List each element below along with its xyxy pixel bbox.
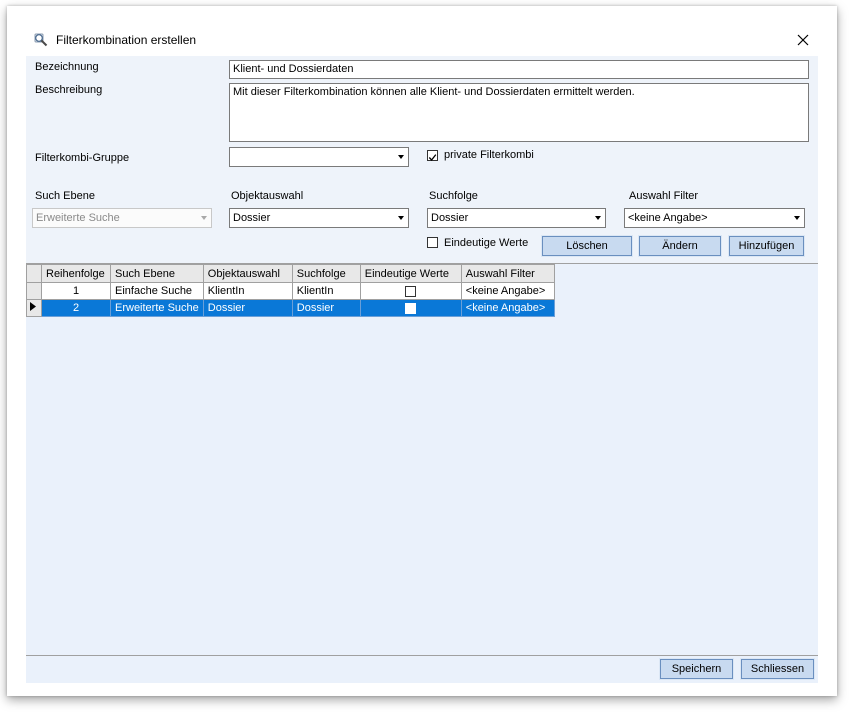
- eindeutige-label: Eindeutige Werte: [444, 237, 529, 249]
- objektauswahl-combobox[interactable]: Dossier: [229, 208, 409, 228]
- column-header-eindeutige-werte[interactable]: Eindeutige Werte: [359, 264, 462, 283]
- cell-such-ebene[interactable]: Einfache Suche: [110, 282, 204, 300]
- cell-such-ebene[interactable]: Erweiterte Suche: [110, 299, 204, 317]
- column-header-reihenfolge[interactable]: Reihenfolge: [41, 264, 111, 283]
- objektauswahl-label: Objektauswahl: [231, 190, 304, 202]
- hinzufuegen-button[interactable]: Hinzufügen: [728, 235, 805, 257]
- such-ebene-combobox[interactable]: Erweiterte Suche: [32, 208, 212, 228]
- speichern-button[interactable]: Speichern: [659, 658, 734, 680]
- window-title: Filterkombination erstellen: [56, 33, 197, 47]
- bezeichnung-field[interactable]: Klient- und Dossierdaten: [229, 60, 809, 79]
- filter-form-panel: Bezeichnung Klient- und Dossierdaten Bes…: [26, 56, 818, 263]
- grid-header-row: Reihenfolge Such Ebene Objektauswahl Suc…: [26, 264, 555, 283]
- cell-eindeutige-werte[interactable]: [359, 299, 462, 317]
- table-row[interactable]: 1 Einfache Suche KlientIn KlientIn <kein…: [26, 282, 555, 300]
- column-header-such-ebene[interactable]: Such Ebene: [110, 264, 204, 283]
- chevron-down-icon: [398, 216, 404, 220]
- auswahl-filter-value: <keine Angabe>: [628, 212, 708, 224]
- gruppe-combobox[interactable]: [229, 147, 409, 167]
- column-header-auswahl-filter[interactable]: Auswahl Filter: [460, 264, 555, 283]
- cell-reihenfolge[interactable]: 1: [41, 282, 111, 300]
- eindeutige-checkbox[interactable]: [427, 237, 438, 248]
- cell-objektauswahl[interactable]: KlientIn: [202, 282, 293, 300]
- magnifier-icon: [34, 33, 48, 47]
- auswahl-filter-label: Auswahl Filter: [629, 190, 699, 202]
- filter-grid-area: Reihenfolge Such Ebene Objektauswahl Suc…: [26, 263, 818, 656]
- column-header-suchfolge[interactable]: Suchfolge: [291, 264, 361, 283]
- such-ebene-value: Erweiterte Suche: [36, 212, 120, 224]
- auswahl-filter-combobox[interactable]: <keine Angabe>: [624, 208, 805, 228]
- row-pointer-icon: [30, 302, 36, 311]
- cell-eindeutige-werte[interactable]: [359, 282, 462, 300]
- close-icon[interactable]: [793, 30, 813, 50]
- suchfolge-label: Suchfolge: [429, 190, 478, 202]
- filter-grid: Reihenfolge Such Ebene Objektauswahl Suc…: [26, 264, 555, 317]
- checkmark-icon: [428, 154, 437, 162]
- bezeichnung-label: Bezeichnung: [35, 61, 99, 73]
- beschreibung-label: Beschreibung: [35, 84, 103, 96]
- chevron-down-icon: [201, 216, 207, 220]
- row-header[interactable]: [26, 299, 42, 317]
- cell-suchfolge[interactable]: Dossier: [291, 299, 361, 317]
- cell-auswahl-filter[interactable]: <keine Angabe>: [460, 299, 555, 317]
- dialog-footer: Speichern Schliessen: [26, 655, 818, 683]
- beschreibung-field[interactable]: Mit dieser Filterkombination können alle…: [229, 83, 809, 142]
- aendern-button[interactable]: Ändern: [638, 235, 722, 257]
- private-label: private Filterkombi: [444, 149, 534, 161]
- eindeutige-cell-checkbox[interactable]: [405, 285, 417, 297]
- chevron-down-icon: [794, 216, 800, 220]
- chevron-down-icon: [398, 155, 404, 159]
- chevron-down-icon: [595, 216, 601, 220]
- cell-reihenfolge[interactable]: 2: [41, 299, 111, 317]
- cell-objektauswahl[interactable]: Dossier: [202, 299, 293, 317]
- such-ebene-label: Such Ebene: [35, 190, 95, 202]
- eindeutige-cell-checkbox[interactable]: [405, 302, 417, 314]
- suchfolge-combobox[interactable]: Dossier: [427, 208, 606, 228]
- objektauswahl-value: Dossier: [233, 212, 271, 224]
- table-row-selected[interactable]: 2 Erweiterte Suche Dossier Dossier <kein…: [26, 299, 555, 317]
- gruppe-label: Filterkombi-Gruppe: [35, 152, 130, 164]
- row-header-corner: [26, 264, 42, 283]
- suchfolge-value: Dossier: [431, 212, 469, 224]
- cell-auswahl-filter[interactable]: <keine Angabe>: [460, 282, 555, 300]
- schliessen-button[interactable]: Schliessen: [740, 658, 815, 680]
- row-header[interactable]: [26, 282, 42, 300]
- cell-suchfolge[interactable]: KlientIn: [291, 282, 361, 300]
- column-header-objektauswahl[interactable]: Objektauswahl: [202, 264, 293, 283]
- private-checkbox[interactable]: [427, 150, 438, 162]
- loeschen-button[interactable]: Löschen: [541, 235, 633, 257]
- dialog-window: Filterkombination erstellen Bezeichnung …: [7, 6, 837, 696]
- title-bar: Filterkombination erstellen: [7, 6, 837, 56]
